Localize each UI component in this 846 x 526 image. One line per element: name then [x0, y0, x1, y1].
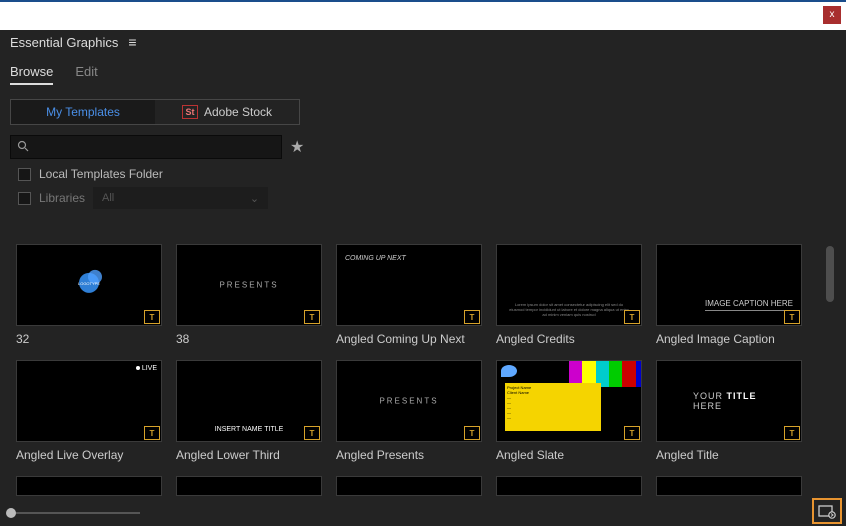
- template-thumb: [336, 476, 482, 496]
- template-label: 38: [176, 332, 322, 346]
- mogrt-badge-icon: T: [464, 310, 480, 324]
- template-thumb: [656, 476, 802, 496]
- panel-tabs: Browse Edit: [0, 54, 846, 85]
- thumb-text: Project Name Client Name — — — — —: [505, 383, 601, 431]
- search-icon: [17, 140, 29, 155]
- template-thumb: LIVE T: [16, 360, 162, 442]
- adobe-stock-label: Adobe Stock: [204, 105, 272, 119]
- template-label: Angled Presents: [336, 448, 482, 462]
- thumb-text: LIVE: [136, 365, 157, 372]
- template-card[interactable]: YOUR TITLE HERE T Angled Title: [656, 360, 802, 462]
- template-label: Angled Slate: [496, 448, 642, 462]
- thumb-text: YOUR TITLE HERE: [693, 391, 765, 411]
- local-folder-checkbox[interactable]: [18, 168, 31, 181]
- template-thumb: [176, 476, 322, 496]
- thumb-text: PRESENTS: [219, 281, 278, 290]
- template-card[interactable]: LIVE T Angled Live Overlay: [16, 360, 162, 462]
- template-card[interactable]: [336, 476, 482, 496]
- thumb-text: INSERT NAME TITLE: [215, 426, 284, 433]
- template-card[interactable]: COMING UP NEXT T Angled Coming Up Next: [336, 244, 482, 346]
- template-label: Angled Credits: [496, 332, 642, 346]
- templates-grid-wrap: LOGOTYPE T 32 PRESENTS T 38 COMING UP NE…: [16, 244, 826, 496]
- template-card[interactable]: LOGOTYPE T 32: [16, 244, 162, 346]
- filter-libraries-row[interactable]: Libraries All ⌄: [18, 187, 828, 209]
- chevron-down-icon: ⌄: [250, 192, 259, 205]
- mogrt-badge-icon: T: [304, 426, 320, 440]
- template-card[interactable]: [16, 476, 162, 496]
- source-adobe-stock[interactable]: St Adobe Stock: [155, 100, 299, 124]
- favorites-star-icon[interactable]: ★: [290, 137, 304, 157]
- panel-header: Essential Graphics ≡: [0, 30, 846, 54]
- panel-footer: [0, 500, 846, 526]
- template-card[interactable]: PRESENTS T 38: [176, 244, 322, 346]
- mogrt-badge-icon: T: [304, 310, 320, 324]
- zoom-slider-knob[interactable]: [6, 508, 16, 518]
- thumb-text: PRESENTS: [379, 397, 438, 406]
- search-box[interactable]: [10, 135, 282, 159]
- template-label: Angled Coming Up Next: [336, 332, 482, 346]
- search-input[interactable]: [33, 140, 275, 154]
- thumbnail-zoom-slider[interactable]: [10, 512, 140, 514]
- mogrt-badge-icon: T: [624, 310, 640, 324]
- template-card[interactable]: [656, 476, 802, 496]
- thumb-text: Lorem ipsum dolor sit amet consectetur a…: [507, 302, 631, 317]
- mogrt-badge-icon: T: [144, 426, 160, 440]
- thumb-text: COMING UP NEXT: [345, 255, 406, 262]
- template-card[interactable]: INSERT NAME TITLE T Angled Lower Third: [176, 360, 322, 462]
- template-thumb: [16, 476, 162, 496]
- mogrt-badge-icon: T: [784, 310, 800, 324]
- mogrt-badge-icon: T: [784, 426, 800, 440]
- template-thumb: COMING UP NEXT T: [336, 244, 482, 326]
- tab-edit[interactable]: Edit: [75, 64, 97, 85]
- template-label: Angled Lower Third: [176, 448, 322, 462]
- tab-browse[interactable]: Browse: [10, 64, 53, 85]
- templates-grid: LOGOTYPE T 32 PRESENTS T 38 COMING UP NE…: [16, 244, 826, 496]
- template-thumb: [496, 476, 642, 496]
- libraries-selected: All: [102, 192, 114, 204]
- window-close-button[interactable]: x: [823, 6, 841, 24]
- template-card[interactable]: [496, 476, 642, 496]
- template-card[interactable]: Project Name Client Name — — — — — T Ang…: [496, 360, 642, 462]
- template-label: Angled Live Overlay: [16, 448, 162, 462]
- new-item-button[interactable]: [812, 498, 842, 524]
- template-thumb: PRESENTS T: [336, 360, 482, 442]
- filter-local-folder-row[interactable]: Local Templates Folder: [18, 167, 828, 181]
- mogrt-badge-icon: T: [464, 426, 480, 440]
- template-thumb: IMAGE CAPTION HERE T: [656, 244, 802, 326]
- mogrt-badge-icon: T: [144, 310, 160, 324]
- template-thumb: YOUR TITLE HERE T: [656, 360, 802, 442]
- template-thumb: LOGOTYPE T: [16, 244, 162, 326]
- template-label: Angled Title: [656, 448, 802, 462]
- template-card[interactable]: Lorem ipsum dolor sit amet consectetur a…: [496, 244, 642, 346]
- source-my-templates[interactable]: My Templates: [11, 100, 155, 124]
- template-card[interactable]: [176, 476, 322, 496]
- svg-text:LOGOTYPE: LOGOTYPE: [78, 281, 100, 286]
- template-label: 32: [16, 332, 162, 346]
- template-label: Angled Image Caption: [656, 332, 802, 346]
- libraries-label: Libraries: [39, 191, 85, 205]
- libraries-checkbox[interactable]: [18, 192, 31, 205]
- thumb-text: IMAGE CAPTION HERE: [705, 299, 793, 311]
- panel-menu-icon[interactable]: ≡: [128, 35, 136, 49]
- template-thumb: Lorem ipsum dolor sit amet consectetur a…: [496, 244, 642, 326]
- local-folder-label: Local Templates Folder: [39, 167, 163, 181]
- libraries-dropdown[interactable]: All ⌄: [93, 187, 268, 209]
- search-row: ★: [10, 135, 836, 159]
- template-thumb: INSERT NAME TITLE T: [176, 360, 322, 442]
- window-title-bar: x: [0, 0, 846, 30]
- template-thumb: PRESENTS T: [176, 244, 322, 326]
- mogrt-badge-icon: T: [624, 426, 640, 440]
- template-card[interactable]: IMAGE CAPTION HERE T Angled Image Captio…: [656, 244, 802, 346]
- grid-scrollbar[interactable]: [826, 246, 834, 302]
- source-toggle: My Templates St Adobe Stock: [10, 99, 300, 125]
- template-thumb: Project Name Client Name — — — — — T: [496, 360, 642, 442]
- panel-title: Essential Graphics: [10, 35, 118, 50]
- adobe-stock-icon: St: [182, 105, 198, 119]
- template-card[interactable]: PRESENTS T Angled Presents: [336, 360, 482, 462]
